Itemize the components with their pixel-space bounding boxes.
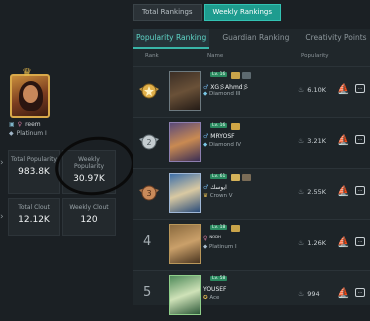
gift-icon[interactable]: ⛵: [337, 84, 349, 95]
gender-icon: ♀: [17, 121, 23, 128]
tab-popularity-ranking[interactable]: Popularity Ranking: [133, 29, 210, 49]
avatar-face: [23, 85, 38, 103]
more-icon[interactable]: ···: [355, 288, 365, 297]
tab-creativity-points[interactable]: Creativity Points: [302, 29, 369, 47]
gift-icon[interactable]: ⛵: [337, 135, 349, 146]
popularity-value: ♨ 6.10K: [298, 86, 327, 94]
crown-frame-icon: ♛: [22, 66, 32, 79]
column-rank: Rank: [145, 53, 159, 59]
popularity-value: ♨ 1.26K: [298, 239, 327, 247]
tab-guardian-ranking[interactable]: Guardian Ranking: [219, 29, 292, 47]
rank-badge-icon: [231, 72, 240, 79]
level-badge: Lv. 18: [210, 225, 228, 230]
more-icon[interactable]: ···: [355, 84, 365, 93]
gold-medal-icon: [139, 83, 159, 99]
more-icon[interactable]: ···: [355, 237, 365, 246]
total-clout-label: Total Clout: [18, 204, 50, 211]
player-name: ♂ XG彡Ahmd彡: [203, 84, 249, 91]
total-popularity-label: Total Popularity: [11, 156, 57, 163]
ranking-row[interactable]: 2 Lv. 16 ♂ MRYOSF ◆ Diamond IV ♨ 3.21K ⛵ …: [133, 117, 370, 168]
profile-tier: Platinum I: [16, 130, 47, 137]
player-avatar[interactable]: [169, 224, 201, 264]
weekly-clout-card: Weekly Clout 120: [62, 198, 116, 236]
popularity-value: ♨ 3.21K: [298, 137, 327, 145]
rank-badge-icon: [231, 174, 240, 181]
level-badge: Lv. 61: [210, 174, 228, 179]
ranking-type-tabs: Total Rankings Weekly Rankings: [133, 4, 281, 21]
column-name: Name: [207, 53, 224, 59]
level-badge: Lv. 58: [210, 276, 228, 281]
player-name: YOUSEF: [203, 286, 227, 293]
column-popularity: Popularity: [301, 53, 329, 59]
ranking-category-tabs: Popularity Ranking Guardian Ranking Crea…: [133, 29, 370, 49]
player-tier: ◆ Platinum I: [203, 244, 237, 250]
flame-icon: ♨: [298, 239, 305, 247]
chevron-left-icon[interactable]: ›: [0, 212, 4, 222]
popularity-value: ♨ 2.55K: [298, 188, 327, 196]
flame-icon: ♨: [298, 290, 305, 298]
rank-badge-icon: [231, 225, 240, 232]
more-icon[interactable]: ···: [355, 135, 365, 144]
ranking-row[interactable]: 5 Lv. 58 YOUSEF ✪ Ace ♨ 994 ⛵ ···: [133, 270, 370, 321]
flame-icon: ♨: [298, 86, 305, 94]
ranking-row[interactable]: 3 Lv. 61 ♂ ايوسك ♛ Crown V ♨ 2.55K ⛵ ···: [133, 168, 370, 219]
player-avatar[interactable]: [169, 122, 201, 162]
player-tier: ✪ Ace: [203, 295, 220, 301]
level-badge: Lv. 16: [210, 72, 228, 77]
total-popularity-value: 983.8K: [18, 167, 50, 177]
total-clout-card: Total Clout 12.12K: [8, 198, 60, 236]
id-badge-icon: ▣: [9, 121, 15, 128]
chevron-left-icon[interactable]: ›: [0, 158, 4, 168]
rank-number: 4: [143, 234, 152, 249]
player-avatar[interactable]: [169, 71, 201, 111]
profile-name-row: ▣ ♀ reem: [9, 121, 41, 128]
player-avatar[interactable]: [169, 173, 201, 213]
more-icon[interactable]: ···: [355, 186, 365, 195]
total-popularity-card: Total Popularity 983.8K: [8, 150, 60, 194]
tab-total-rankings[interactable]: Total Rankings: [133, 4, 202, 21]
level-badge: Lv. 16: [210, 123, 228, 128]
svg-text:3: 3: [146, 189, 151, 198]
profile-avatar[interactable]: [10, 74, 50, 118]
weekly-clout-value: 120: [80, 215, 98, 225]
profile-tier-row: ◆ Platinum I: [9, 130, 47, 137]
profile-name: reem: [25, 121, 41, 128]
svg-text:2: 2: [146, 138, 151, 147]
tab-weekly-rankings[interactable]: Weekly Rankings: [203, 4, 281, 21]
rank-badge-icon: [231, 123, 240, 130]
silver-medal-icon: 2: [139, 134, 159, 150]
player-name: ♂ ايوسك: [203, 184, 227, 191]
gift-icon[interactable]: ⛵: [337, 237, 349, 248]
player-avatar[interactable]: [169, 275, 201, 315]
total-clout-value: 12.12K: [18, 215, 50, 225]
tier-icon: ♛: [203, 193, 210, 199]
bronze-medal-icon: 3: [139, 185, 159, 201]
tier-icon: ◆: [9, 130, 14, 137]
player-name: ♂ MRYOSF: [203, 133, 235, 140]
gift-icon[interactable]: ⛵: [337, 186, 349, 197]
gift-icon[interactable]: ⛵: [337, 288, 349, 299]
flame-icon: ♨: [298, 188, 305, 196]
flame-icon: ♨: [298, 137, 305, 145]
popularity-value: ♨ 994: [298, 290, 320, 298]
title-badge-icon: [242, 174, 251, 181]
title-badge-icon: [242, 72, 251, 79]
player-tier: ◆ Diamond III: [203, 91, 241, 97]
ranking-row[interactable]: 4 Lv. 18 ♀ ᴺᴼᴰᴴ ◆ Platinum I ♨ 1.26K ⛵ ··…: [133, 219, 370, 270]
ranking-row[interactable]: Lv. 16 ♂ XG彡Ahmd彡 ◆ Diamond III ♨ 6.10K ⛵…: [133, 66, 370, 117]
player-name: ♀ ᴺᴼᴰᴴ: [203, 235, 221, 242]
player-tier: ♛ Crown V: [203, 193, 233, 199]
ranking-panel: Popularity Ranking Guardian Ranking Crea…: [133, 29, 370, 315]
rank-number: 5: [143, 285, 152, 300]
weekly-clout-label: Weekly Clout: [69, 204, 109, 211]
player-tier: ◆ Diamond IV: [203, 142, 241, 148]
